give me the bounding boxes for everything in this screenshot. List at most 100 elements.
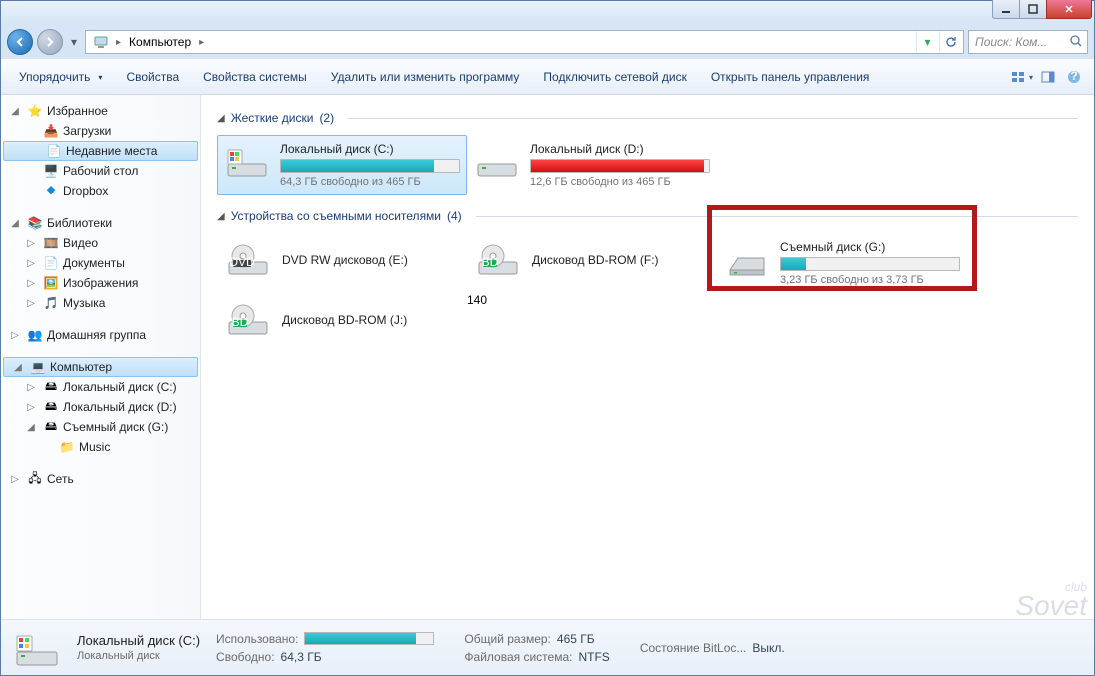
drive-name: Локальный диск (C:): [280, 142, 460, 156]
downloads-icon: 📥: [43, 123, 59, 139]
navigation-pane[interactable]: ◢⭐Избранное 📥Загрузки 📄Недавние места 🖥️…: [1, 95, 201, 619]
tree-desktop[interactable]: 🖥️Рабочий стол: [1, 161, 200, 181]
hdd-icon: [474, 142, 520, 182]
star-icon: ⭐: [27, 103, 43, 119]
tree-music[interactable]: ▷🎵Музыка: [1, 293, 200, 313]
bd-drive-f[interactable]: BD Дисковод BD-ROM (F:): [467, 233, 717, 293]
body-area: ◢⭐Избранное 📥Загрузки 📄Недавние места 🖥️…: [1, 95, 1094, 619]
bd-drive-icon: BD: [474, 240, 522, 280]
computer-icon: [92, 33, 110, 51]
drive-name: Локальный диск (D:): [530, 142, 710, 156]
dropbox-icon: ⯁: [43, 183, 59, 199]
capacity-bar: [280, 159, 460, 173]
computer-icon: 💻: [30, 359, 46, 375]
tree-disk-c[interactable]: ▷🖴Локальный диск (C:): [1, 377, 200, 397]
help-button[interactable]: ?: [1062, 65, 1086, 89]
search-input[interactable]: Поиск: Ком...: [968, 30, 1088, 54]
group-label: Устройства со съемными носителями: [231, 209, 441, 223]
forward-button[interactable]: [37, 29, 63, 55]
drive-icon: 🖴: [43, 399, 59, 415]
tree-favorites[interactable]: ◢⭐Избранное: [1, 101, 200, 121]
video-icon: 🎞️: [43, 235, 59, 251]
drive-free-text: 12,6 ГБ свободно из 465 ГБ: [530, 176, 710, 188]
homegroup-icon: 👥: [27, 327, 43, 343]
window-controls: [993, 0, 1092, 19]
tree-recent-places[interactable]: 📄Недавние места: [3, 141, 198, 161]
collapse-icon[interactable]: ◢: [217, 211, 225, 222]
used-bar: [304, 632, 434, 645]
bd-drive-j[interactable]: BD Дисковод BD-ROM (J:): [217, 293, 467, 347]
tree-pictures[interactable]: ▷🖼️Изображения: [1, 273, 200, 293]
dvd-drive-icon: DVD: [224, 240, 272, 280]
address-bar[interactable]: ▸ Компьютер ▸ ▾: [85, 30, 964, 54]
drive-name: Дисковод BD-ROM (J:): [282, 313, 460, 327]
organize-button[interactable]: Упорядочить: [9, 66, 112, 88]
tree-libraries[interactable]: ◢📚Библиотеки: [1, 213, 200, 233]
view-options-button[interactable]: [1010, 65, 1034, 89]
drive-free-text: 64,3 ГБ свободно из 465 ГБ: [280, 176, 460, 188]
history-dropdown[interactable]: ▾: [67, 32, 81, 52]
tree-computer[interactable]: ◢💻Компьютер: [3, 357, 198, 377]
drive-icon: 🖴: [43, 379, 59, 395]
desktop-icon: 🖥️: [43, 163, 59, 179]
breadcrumb-computer[interactable]: Компьютер: [123, 31, 197, 53]
tree-disk-g[interactable]: ◢🖴Съемный диск (G:): [1, 417, 200, 437]
tree-music-folder[interactable]: 📁Music: [1, 437, 200, 457]
recent-icon: 📄: [46, 143, 62, 159]
bitlocker-label: Состояние BitLoc...: [640, 641, 747, 655]
system-properties-button[interactable]: Свойства системы: [193, 66, 317, 88]
back-button[interactable]: [7, 29, 33, 55]
properties-button[interactable]: Свойства: [116, 66, 189, 88]
documents-icon: 📄: [43, 255, 59, 271]
hdd-icon: [224, 142, 270, 182]
group-count: (4): [447, 209, 462, 223]
drive-d[interactable]: Локальный диск (D:) 12,6 ГБ свободно из …: [467, 135, 717, 195]
fs-label: Файловая система:: [464, 650, 572, 664]
total-value: 465 ГБ: [557, 632, 595, 646]
fs-value: NTFS: [578, 650, 609, 664]
drive-c[interactable]: Локальный диск (C:) 64,3 ГБ свободно из …: [217, 135, 467, 195]
search-placeholder: Поиск: Ком...: [975, 35, 1047, 49]
music-icon: 🎵: [43, 295, 59, 311]
command-toolbar: Упорядочить Свойства Свойства системы Уд…: [1, 59, 1094, 95]
free-value: 64,3 ГБ: [281, 650, 322, 664]
tree-videos[interactable]: ▷🎞️Видео: [1, 233, 200, 253]
pictures-icon: 🖼️: [43, 275, 59, 291]
breadcrumb-separator-icon[interactable]: ▸: [114, 37, 123, 48]
tree-downloads[interactable]: 📥Загрузки: [1, 121, 200, 141]
tree-documents[interactable]: ▷📄Документы: [1, 253, 200, 273]
breadcrumb-separator-icon[interactable]: ▸: [197, 37, 206, 48]
close-button[interactable]: [1046, 0, 1092, 19]
minimize-button[interactable]: [992, 0, 1020, 19]
dvd-drive-e[interactable]: DVD DVD RW дисковод (E:): [217, 233, 467, 293]
svg-text:DVD: DVD: [229, 255, 255, 269]
group-header-hdd[interactable]: ◢ Жесткие диски (2): [217, 111, 1078, 125]
svg-text:BD: BD: [482, 255, 499, 269]
refresh-button[interactable]: [939, 31, 961, 53]
removable-drive-icon: 🖴: [43, 419, 59, 435]
titlebar[interactable]: [1, 1, 1094, 25]
search-icon: [1069, 34, 1083, 51]
libraries-icon: 📚: [27, 215, 43, 231]
address-dropdown-button[interactable]: ▾: [916, 31, 938, 53]
capacity-bar: [530, 159, 710, 173]
svg-text:?: ?: [1070, 70, 1077, 83]
tree-network[interactable]: ▷🖧Сеть: [1, 469, 200, 489]
preview-pane-button[interactable]: [1036, 65, 1060, 89]
network-icon: 🖧: [27, 471, 43, 487]
collapse-icon[interactable]: ◢: [217, 113, 225, 124]
tree-dropbox[interactable]: ⯁Dropbox: [1, 181, 200, 201]
map-network-drive-button[interactable]: Подключить сетевой диск: [533, 66, 696, 88]
maximize-button[interactable]: [1019, 0, 1047, 19]
tree-disk-d[interactable]: ▷🖴Локальный диск (D:): [1, 397, 200, 417]
details-subtitle: Локальный диск: [77, 650, 200, 662]
content-pane[interactable]: ◢ Жесткие диски (2) Локальный диск (C:) …: [201, 95, 1094, 619]
drive-name: Дисковод BD-ROM (F:): [532, 253, 710, 267]
tree-homegroup[interactable]: ▷👥Домашняя группа: [1, 325, 200, 345]
uninstall-program-button[interactable]: Удалить или изменить программу: [321, 66, 530, 88]
free-label: Свободно:: [216, 650, 275, 664]
control-panel-button[interactable]: Открыть панель управления: [701, 66, 880, 88]
bd-drive-icon: BD: [224, 300, 272, 340]
navigation-row: ▾ ▸ Компьютер ▸ ▾ Поиск: Ком...: [1, 25, 1094, 59]
used-label: Использовано:: [216, 632, 298, 646]
